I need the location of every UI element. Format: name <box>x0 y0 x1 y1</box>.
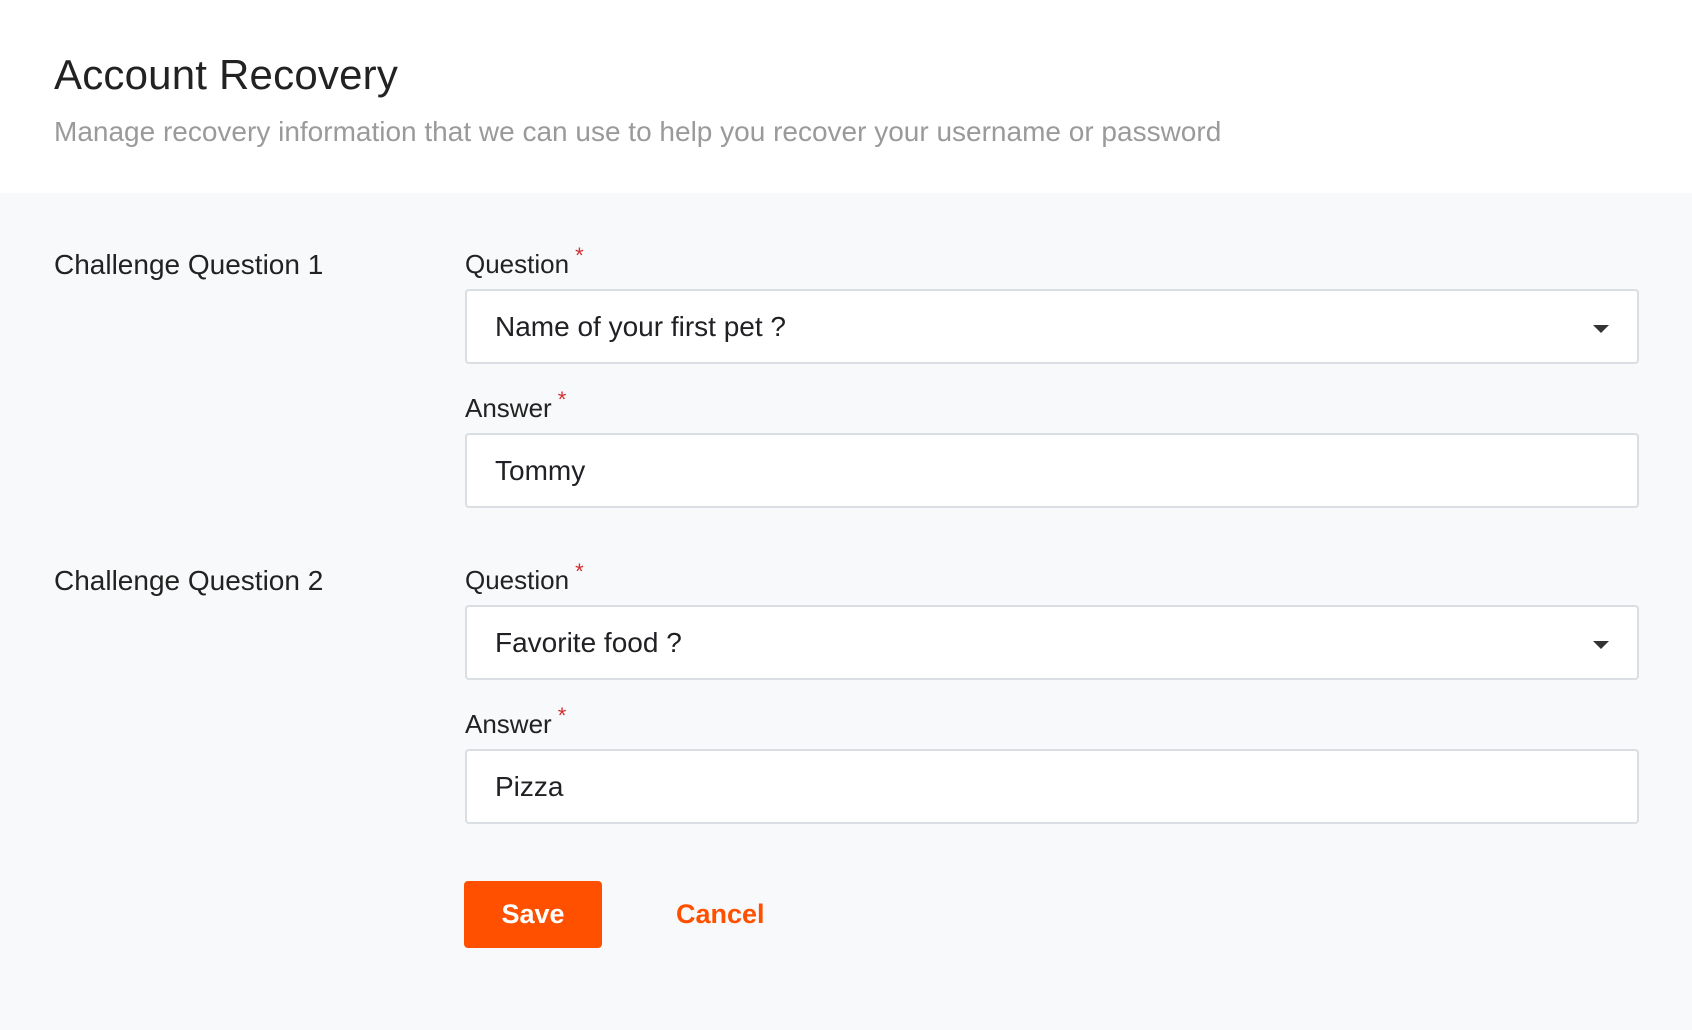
cancel-button[interactable]: Cancel <box>676 881 765 948</box>
question-1-label-text: Question <box>465 249 570 279</box>
page-title: Account Recovery <box>54 51 399 98</box>
page-subtitle: Manage recovery information that we can … <box>54 116 1222 147</box>
required-asterisk: * <box>557 387 567 412</box>
question-2-label: Question * <box>465 559 584 596</box>
answer-1-label: Answer * <box>465 387 566 424</box>
save-button[interactable]: Save <box>464 881 602 948</box>
caret-down-icon <box>1593 641 1609 649</box>
required-asterisk: * <box>557 703 567 728</box>
challenge-question-2-label: Challenge Question 2 <box>54 565 324 596</box>
answer-2-label: Answer * <box>465 703 566 740</box>
required-asterisk: * <box>575 243 584 268</box>
question-2-label-text: Question <box>465 565 570 595</box>
required-asterisk: * <box>575 559 584 584</box>
caret-down-icon <box>1593 325 1609 333</box>
question-1-label: Question * <box>465 243 584 280</box>
answer-1-label-text: Answer <box>465 393 552 423</box>
challenge-question-1-label: Challenge Question 1 <box>54 249 324 280</box>
page-header: Account Recovery Manage recovery informa… <box>0 0 1692 193</box>
answer-2-value: Pizza <box>495 771 564 802</box>
answer-1-input[interactable]: Tommy <box>465 433 1639 508</box>
question-2-select[interactable]: Favorite food ? <box>465 605 1639 680</box>
answer-2-label-text: Answer <box>465 709 552 739</box>
question-1-select[interactable]: Name of your first pet ? <box>465 289 1639 364</box>
answer-2-input[interactable]: Pizza <box>465 749 1639 824</box>
answer-1-value: Tommy <box>495 455 586 486</box>
question-1-selected-value: Name of your first pet ? <box>495 311 787 342</box>
recovery-form: Challenge Question 1 Question * Name of y… <box>0 193 1692 1030</box>
question-2-selected-value: Favorite food ? <box>495 627 682 658</box>
